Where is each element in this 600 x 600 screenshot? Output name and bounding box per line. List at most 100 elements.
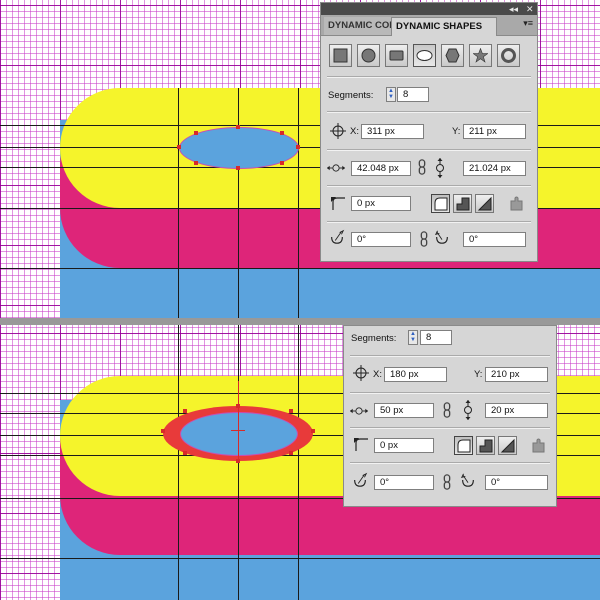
anchor-point[interactable] [236,404,240,408]
anchor-point[interactable] [177,145,181,149]
corner-radius-icon [354,438,368,451]
panel-menu-icon[interactable]: ▾≡ [523,18,533,29]
anchor-point[interactable] [311,429,315,433]
ring-icon [501,48,516,63]
anchor-point[interactable] [194,161,198,165]
star-icon [473,48,488,63]
panel-tabs: DYNAMIC COR DYNAMIC SHAPES ▾≡ [321,15,537,36]
width-arrows-icon [327,164,345,172]
round-corner-icon [457,439,471,453]
panel-separator [350,427,550,429]
height-input[interactable]: 20 px [485,403,548,418]
skew-icon [460,473,474,487]
guide-line [238,88,239,318]
crosshair-icon [330,123,346,139]
panel-separator [350,392,550,394]
anchor-point[interactable] [289,409,293,413]
segments-label: Segments: [351,333,397,344]
circle-button[interactable] [357,44,380,67]
segments-input[interactable]: 8 [420,330,452,345]
height-input[interactable]: 21.024 px [463,161,526,176]
round-corner-button[interactable] [431,194,450,213]
link-icon[interactable] [442,402,452,418]
x-input[interactable]: 180 px [384,367,447,382]
width-input[interactable]: 50 px [374,403,434,418]
segments-stepper[interactable]: ▲ ▼ [386,87,396,102]
panel-separator [327,185,531,187]
panel-separator [327,111,531,113]
guide-line [298,88,299,318]
x-input[interactable]: 311 px [361,124,424,139]
panel-separator [327,221,531,223]
chamfer-corner-button[interactable] [498,436,517,455]
segments-stepper[interactable]: ▲ ▼ [408,330,418,345]
rotation-input[interactable]: 0° [351,232,411,247]
panel-separator [327,149,531,151]
skew-icon [434,230,448,244]
y-label: Y: [474,369,483,380]
anchor-point[interactable] [280,131,284,135]
anchor-point[interactable] [236,125,240,129]
star-button[interactable] [469,44,492,67]
corner-radius-input[interactable]: 0 px [351,196,411,211]
tab-dynamic-shapes[interactable]: DYNAMIC SHAPES [391,17,497,36]
y-input[interactable]: 210 px [485,367,548,382]
dynamic-shapes-panel-top: ◂◂ ✕ DYNAMIC COR DYNAMIC SHAPES ▾≡ Segme… [320,2,538,262]
round-corner-button[interactable] [454,436,473,455]
width-arrows-icon [350,407,368,415]
skew-input[interactable]: 0° [463,232,526,247]
rectangle-button[interactable] [329,44,352,67]
segments-input[interactable]: 8 [397,87,429,102]
guide-line [0,558,600,559]
crosshair [238,381,239,461]
puzzle-icon[interactable] [529,436,548,455]
anchor-point[interactable] [161,429,165,433]
chamfer-corner-icon [477,196,492,211]
inverted-corner-icon [479,439,493,453]
rotate-icon [354,472,368,487]
anchor-point[interactable] [289,451,293,455]
rotation-input[interactable]: 0° [374,475,434,490]
panel-separator [327,76,531,78]
anchor-point[interactable] [236,166,240,170]
inverted-corner-button[interactable] [453,194,472,213]
rounded-rectangle-button[interactable] [385,44,408,67]
rectangle-icon [333,48,348,63]
dynamic-shapes-panel-bottom: Segments: ▲ ▼ 8 X: 180 px Y: 210 px 50 px… [343,325,557,507]
anchor-point[interactable] [183,409,187,413]
y-input[interactable]: 211 px [463,124,526,139]
collapse-icon[interactable]: ◂◂ [509,3,518,15]
anchor-point[interactable] [280,161,284,165]
guide-line [178,88,179,318]
link-icon[interactable] [417,159,427,175]
anchor-point[interactable] [183,451,187,455]
anchor-point[interactable] [236,459,240,463]
puzzle-icon[interactable] [507,194,526,213]
ellipse-shape[interactable] [180,412,298,456]
height-arrows-icon [464,400,472,420]
circle-icon [361,48,376,63]
rotate-icon [331,229,345,244]
inverted-corner-button[interactable] [476,436,495,455]
close-icon[interactable]: ✕ [526,3,534,15]
width-input[interactable]: 42.048 px [351,161,411,176]
ellipse-button[interactable] [413,44,436,67]
chamfer-corner-icon [500,438,515,453]
corner-radius-input[interactable]: 0 px [374,438,434,453]
x-label: X: [373,369,382,380]
link-icon[interactable] [419,231,429,247]
panel-titlebar[interactable]: ◂◂ ✕ [321,3,537,15]
anchor-point[interactable] [194,131,198,135]
chamfer-corner-button[interactable] [475,194,494,213]
guide-line [178,325,179,600]
crosshair [231,430,245,431]
link-icon[interactable] [442,474,452,490]
ellipse-icon [416,50,433,61]
tab-dynamic-corners[interactable]: DYNAMIC COR [324,17,394,35]
anchor-point[interactable] [296,145,300,149]
x-label: X: [350,126,359,137]
hexagon-button[interactable] [441,44,464,67]
skew-input[interactable]: 0° [485,475,548,490]
panel-separator [350,355,550,357]
ring-button[interactable] [497,44,520,67]
